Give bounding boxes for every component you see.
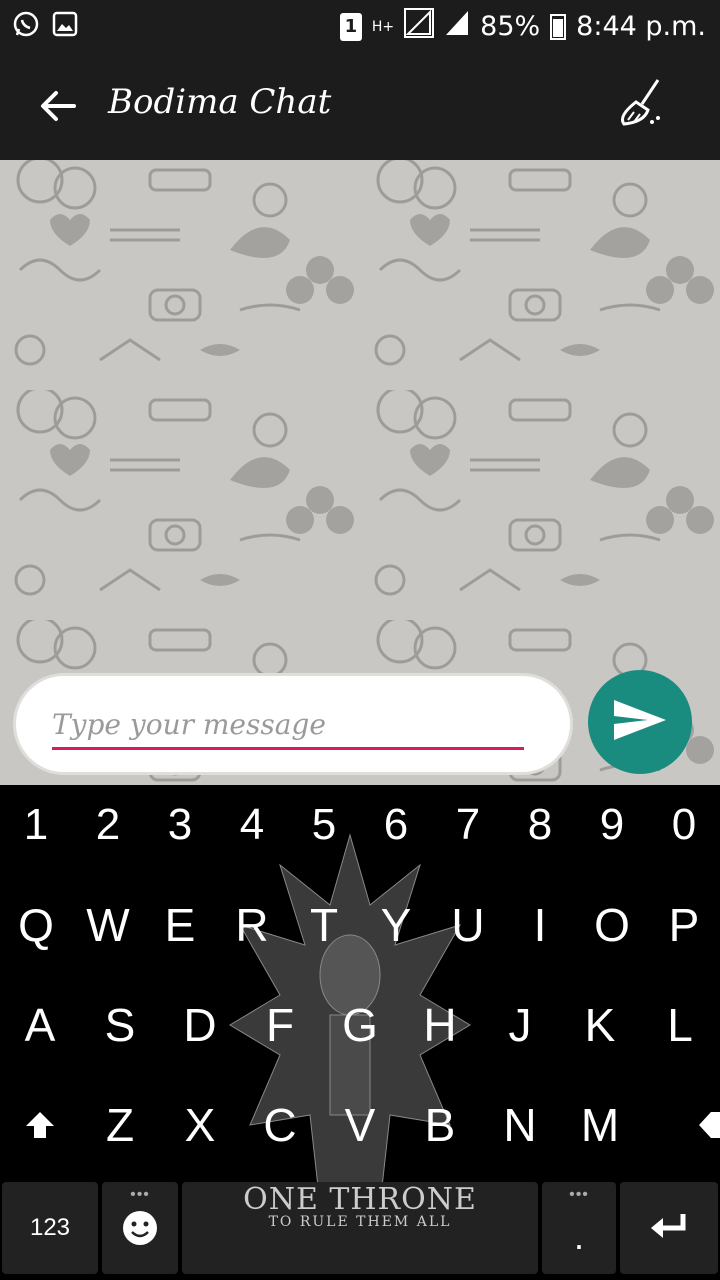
key-9[interactable]: 9 [576, 785, 648, 865]
send-button[interactable] [588, 670, 692, 774]
keyboard: 1 2 3 4 5 6 7 8 9 0 Q W E R T Y U I O P … [0, 785, 720, 1280]
key-g[interactable]: G [320, 980, 400, 1070]
key-q[interactable]: Q [0, 880, 72, 970]
backspace-icon [699, 1112, 720, 1138]
zxcv-row: Z X C V B N M [0, 1080, 720, 1170]
key-h[interactable]: H [400, 980, 480, 1070]
key-options-dots: ••• [569, 1186, 589, 1203]
key-w[interactable]: W [72, 880, 144, 970]
signal-icon [404, 8, 435, 45]
key-v[interactable]: V [320, 1080, 400, 1170]
key-n[interactable]: N [480, 1080, 560, 1170]
key-1[interactable]: 1 [0, 785, 72, 865]
theme-title: ONE THRONE [243, 1182, 477, 1217]
key-5[interactable]: 5 [288, 785, 360, 865]
space-bar[interactable]: ONE THRONE TO RULE THEM ALL [182, 1182, 538, 1274]
network-type: H+ [371, 18, 395, 35]
battery-percent: 85% [480, 11, 541, 42]
message-composer [16, 676, 570, 772]
bottom-row: 123 ••• ONE THRONE TO RULE THEM ALL ••• … [0, 1182, 720, 1274]
arrow-left-icon[interactable] [34, 82, 82, 130]
key-6[interactable]: 6 [360, 785, 432, 865]
gallery-icon [52, 11, 78, 41]
shift-arrow-icon [26, 1112, 54, 1138]
key-e[interactable]: E [144, 880, 216, 970]
key-x[interactable]: X [160, 1080, 240, 1170]
symbols-key[interactable]: 123 [2, 1182, 98, 1274]
key-b[interactable]: B [400, 1080, 480, 1170]
key-7[interactable]: 7 [432, 785, 504, 865]
key-k[interactable]: K [560, 980, 640, 1070]
key-i[interactable]: I [504, 880, 576, 970]
app-bar: Bodima Chat [0, 52, 720, 160]
key-d[interactable]: D [160, 980, 240, 1070]
smiley-icon [123, 1211, 157, 1245]
key-3[interactable]: 3 [144, 785, 216, 865]
period-key[interactable]: ••• . [542, 1182, 616, 1274]
key-0[interactable]: 0 [648, 785, 720, 865]
key-u[interactable]: U [432, 880, 504, 970]
number-row: 1 2 3 4 5 6 7 8 9 0 [0, 785, 720, 865]
key-t[interactable]: T [288, 880, 360, 970]
send-icon [612, 696, 668, 748]
symbols-label: 123 [29, 1214, 71, 1241]
key-o[interactable]: O [576, 880, 648, 970]
key-y[interactable]: Y [360, 880, 432, 970]
key-c[interactable]: C [240, 1080, 320, 1170]
clock: 8:44 p.m. [576, 11, 706, 42]
key-s[interactable]: S [80, 980, 160, 1070]
key-r[interactable]: R [216, 880, 288, 970]
shift-key[interactable] [0, 1080, 80, 1170]
enter-icon [651, 1214, 686, 1238]
theme-subtitle: TO RULE THEM ALL [268, 1214, 452, 1230]
signal-icon-2 [444, 9, 470, 44]
key-a[interactable]: A [0, 980, 80, 1070]
whatsapp-icon [12, 10, 40, 42]
chat-title: Bodima Chat [108, 82, 332, 122]
key-8[interactable]: 8 [504, 785, 576, 865]
enter-key[interactable] [620, 1182, 718, 1274]
battery-icon [550, 13, 567, 40]
backspace-key[interactable] [640, 1080, 720, 1170]
key-4[interactable]: 4 [216, 785, 288, 865]
key-options-dots: ••• [130, 1186, 150, 1203]
key-f[interactable]: F [240, 980, 320, 1070]
asdf-row: A S D F G H J K L [0, 980, 720, 1070]
sim-indicator: 1 [339, 12, 362, 41]
key-z[interactable]: Z [80, 1080, 160, 1170]
status-bar: 1 H+ 85% 8:44 p.m. [0, 0, 720, 52]
key-l[interactable]: L [640, 980, 720, 1070]
key-2[interactable]: 2 [72, 785, 144, 865]
period-label: . [573, 1216, 584, 1257]
message-input[interactable] [52, 702, 524, 750]
key-j[interactable]: J [480, 980, 560, 1070]
key-m[interactable]: M [560, 1080, 640, 1170]
broom-icon[interactable] [614, 76, 666, 132]
key-p[interactable]: P [648, 880, 720, 970]
emoji-key[interactable]: ••• [102, 1182, 178, 1274]
qwerty-row: Q W E R T Y U I O P [0, 880, 720, 970]
